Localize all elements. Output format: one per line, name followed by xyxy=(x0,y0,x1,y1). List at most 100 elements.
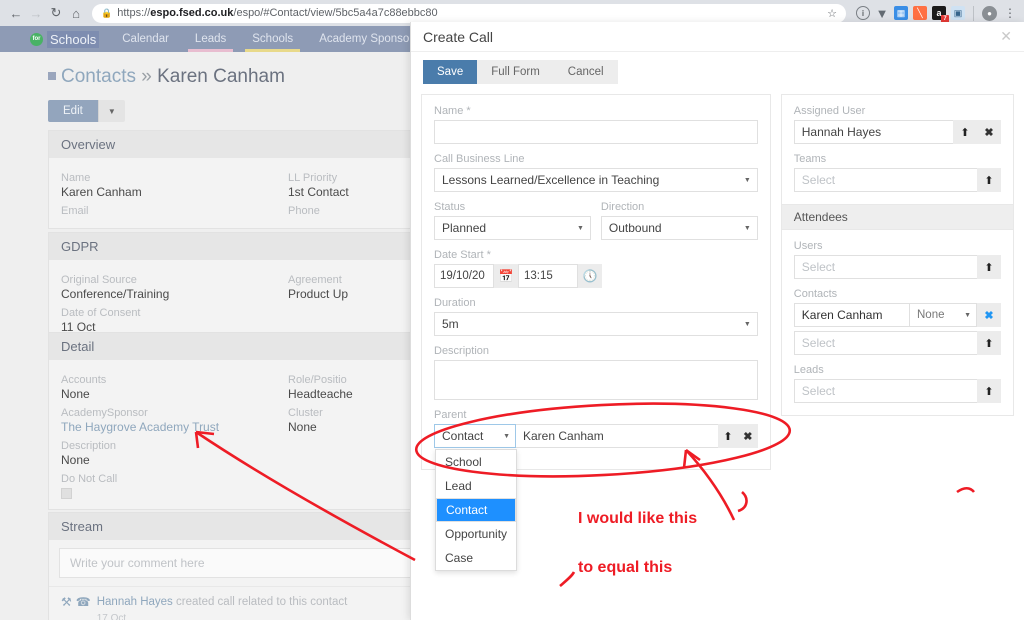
remove-attendee-icon[interactable]: ✖ xyxy=(977,303,1001,327)
brand-label: Schools xyxy=(47,30,100,48)
stream-item-icons: ⚒ ☎ xyxy=(61,595,91,609)
users-input[interactable]: Select xyxy=(793,255,977,279)
description-textarea[interactable] xyxy=(434,360,758,400)
modal-side-column: Assigned User Hannah Hayes ⬆ ✖ Teams Sel… xyxy=(780,94,1014,470)
modal-header: Create Call ✕ xyxy=(411,22,1024,52)
parent-type-select[interactable]: Contact ▼ School Lead Contact Opportunit… xyxy=(434,424,517,571)
contacts-input[interactable]: Select xyxy=(793,331,977,355)
url-prefix: https:// xyxy=(117,7,151,19)
field-leads: Leads Select ⬆ xyxy=(793,364,1001,403)
bluebadge-icon[interactable]: ▦ xyxy=(894,6,908,20)
parent-row: Contact ▼ School Lead Contact Opportunit… xyxy=(434,424,758,571)
parent-name-input[interactable]: Karen Canham xyxy=(516,424,719,448)
duration-select[interactable]: 5m ▼ xyxy=(434,312,758,336)
dropdown-option-case[interactable]: Case xyxy=(436,546,516,570)
select-arrow-icon[interactable]: ⬆ xyxy=(977,331,1001,355)
field-value: None xyxy=(61,387,90,401)
amazon-icon[interactable]: a7 xyxy=(932,6,949,23)
chevron-down-icon: ▼ xyxy=(743,176,751,184)
parent-type-dropdown: School Lead Contact Opportunity Case xyxy=(435,449,517,571)
address-bar[interactable]: 🔒 https://espo.fsed.co.uk/espo/#Contact/… xyxy=(92,3,846,23)
clear-x-icon[interactable]: ✖ xyxy=(977,120,1001,144)
stream-item-suffix: related to this contact xyxy=(238,596,348,608)
status-select[interactable]: Planned ▼ xyxy=(434,216,591,240)
clock-icon[interactable]: 🕔 xyxy=(578,264,602,288)
do-not-call-checkbox[interactable] xyxy=(61,488,72,499)
contact-attendee-status: None xyxy=(917,309,945,321)
parent-type-value: Contact xyxy=(442,429,484,443)
field-cell: Do Not Call xyxy=(61,467,288,499)
stream-item-body: Hannah Hayes created call related to thi… xyxy=(97,595,348,620)
calendar-icon[interactable]: 📅 xyxy=(494,264,518,288)
profile-avatar-icon[interactable]: ● xyxy=(982,5,997,21)
contact-attendee-name: Karen Canham xyxy=(793,303,910,327)
brand-logo[interactable]: for Schools xyxy=(0,26,109,52)
modal-title: Create Call xyxy=(423,28,494,45)
pocket-icon[interactable]: ▼ xyxy=(875,6,889,21)
cancel-button[interactable]: Cancel xyxy=(553,60,618,84)
contacts-select-group: Select ⬆ xyxy=(793,331,1001,355)
business-line-select[interactable]: Lessons Learned/Excellence in Teaching ▼ xyxy=(434,168,758,192)
kebab-menu-icon[interactable]: ⋮ xyxy=(1002,6,1018,20)
assigned-user-input[interactable]: Hannah Hayes xyxy=(793,120,953,144)
dropdown-option-opportunity[interactable]: Opportunity xyxy=(436,522,516,546)
field-label: Name xyxy=(61,172,91,184)
extension-icons: i ▼ ▦ ╲ a7 ▣ ● ⋮ xyxy=(852,5,1018,23)
forward-icon[interactable]: → xyxy=(26,3,46,23)
date-input[interactable]: 19/10/20 xyxy=(434,264,494,288)
chevron-down-icon: ▼ xyxy=(576,224,584,232)
select-arrow-icon[interactable]: ⬆ xyxy=(977,379,1001,403)
select-arrow-icon[interactable]: ⬆ xyxy=(718,424,738,448)
full-form-button[interactable]: Full Form xyxy=(477,60,554,84)
star-icon[interactable]: ☆ xyxy=(827,7,837,20)
close-icon[interactable]: ✕ xyxy=(1000,28,1012,45)
home-icon[interactable]: ⌂ xyxy=(66,3,86,23)
dropdown-option-contact[interactable]: Contact xyxy=(436,498,516,522)
breadcrumb-parent-link[interactable]: Contacts xyxy=(61,66,136,87)
info-circle-icon[interactable]: i xyxy=(856,6,870,20)
select-arrow-icon[interactable]: ⬆ xyxy=(977,168,1001,192)
status-value: Planned xyxy=(442,221,487,235)
back-icon[interactable]: ← xyxy=(6,3,26,23)
field-label: Status xyxy=(434,201,466,213)
field-label: Contacts xyxy=(793,288,838,300)
dropdown-option-school[interactable]: School xyxy=(436,450,516,474)
teams-input[interactable]: Select xyxy=(793,168,977,192)
field-label: Email xyxy=(61,205,89,217)
field-cell: Email xyxy=(61,199,288,218)
stream-item-user[interactable]: Hannah Hayes xyxy=(97,596,173,608)
clear-x-icon[interactable]: ✖ xyxy=(738,424,758,448)
chart-icon[interactable]: ╲ xyxy=(913,6,927,20)
stream-item-date: 17 Oct xyxy=(96,612,127,620)
field-label: Description xyxy=(434,345,490,357)
record-actions: Edit ▼ xyxy=(48,100,125,122)
chevron-down-icon: ▼ xyxy=(743,224,751,232)
reload-icon[interactable]: ↻ xyxy=(46,3,66,23)
translate-icon[interactable]: ▣ xyxy=(951,6,965,20)
chevron-down-icon: ▼ xyxy=(743,320,751,328)
field-label: Parent xyxy=(434,409,467,421)
time-input[interactable]: 13:15 xyxy=(518,264,578,288)
edit-button[interactable]: Edit xyxy=(48,100,98,122)
leads-input[interactable]: Select xyxy=(793,379,977,403)
nav-tab-calendar[interactable]: Calendar xyxy=(109,26,182,52)
field-label: Users xyxy=(793,240,823,252)
field-parent: Parent Contact ▼ School Lead Contact Opp… xyxy=(434,409,758,571)
field-value[interactable]: The Haygrove Academy Trust xyxy=(61,420,278,434)
dropdown-option-lead[interactable]: Lead xyxy=(436,474,516,498)
select-arrow-icon[interactable]: ⬆ xyxy=(953,120,977,144)
modal-main-column: Name * Call Business Line Lessons Learne… xyxy=(421,94,771,571)
name-input[interactable] xyxy=(434,120,758,144)
user-avatar-icon: ⚒ xyxy=(61,595,72,609)
select-arrow-icon[interactable]: ⬆ xyxy=(977,255,1001,279)
parent-name-group: Karen Canham ⬆ ✖ xyxy=(516,424,758,448)
field-cell: Original Source Conference/Training xyxy=(61,268,288,301)
field-label: Assigned User xyxy=(793,105,866,117)
nav-tab-schools[interactable]: Schools xyxy=(239,26,306,52)
contact-attendee-status-select[interactable]: None ▼ xyxy=(910,303,977,327)
save-button[interactable]: Save xyxy=(423,60,478,84)
phone-icon: ☎ xyxy=(75,595,91,609)
nav-tab-leads[interactable]: Leads xyxy=(182,26,239,52)
direction-select[interactable]: Outbound ▼ xyxy=(600,216,758,240)
caret-down-icon[interactable]: ▼ xyxy=(97,100,125,122)
